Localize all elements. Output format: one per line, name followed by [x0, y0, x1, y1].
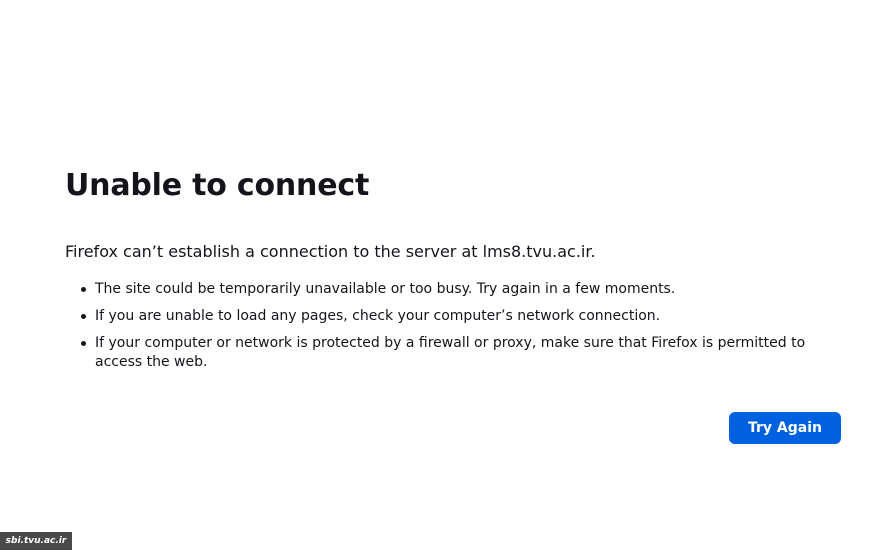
list-item: If you are unable to load any pages, che… — [81, 307, 841, 326]
error-page: Unable to connect Firefox can’t establis… — [0, 0, 893, 559]
error-reasons-list: The site could be temporarily unavailabl… — [65, 280, 841, 372]
watermark-label: sbi.tvu.ac.ir — [0, 532, 72, 550]
list-item: If your computer or network is protected… — [81, 334, 841, 372]
error-description: Firefox can’t establish a connection to … — [65, 242, 596, 261]
list-item: The site could be temporarily unavailabl… — [81, 280, 841, 299]
page-title: Unable to connect — [65, 168, 370, 203]
error-content: Unable to connect Firefox can’t establis… — [65, 166, 841, 380]
try-again-button[interactable]: Try Again — [729, 412, 841, 444]
